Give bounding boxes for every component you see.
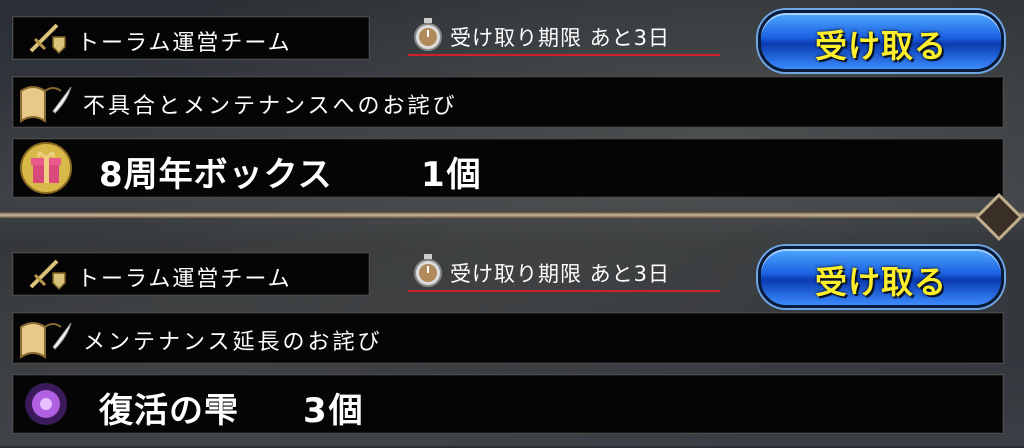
sender-name: トーラム運営チーム bbox=[77, 267, 292, 292]
gift-icon bbox=[20, 142, 72, 194]
deadline: 受け取り期限 あと3日 bbox=[408, 252, 720, 292]
item-quantity: 3個 bbox=[303, 391, 365, 431]
mail-title-box: 不具合とメンテナンスへのお詫び bbox=[12, 76, 1004, 128]
deadline: 受け取り期限 あと3日 bbox=[408, 16, 720, 56]
mail-card: トーラム運営チーム 受け取り期限 あと3日 受け取る 不具合とメンテナンスへのお… bbox=[0, 0, 1024, 212]
mail-title: 不具合とメンテナンスへのお詫び bbox=[83, 94, 458, 119]
mail-title: メンテナンス延長のお詫び bbox=[83, 330, 383, 355]
mail-card: トーラム運営チーム 受け取り期限 あと3日 受け取る メンテナンス延長のお詫び … bbox=[0, 236, 1024, 448]
deadline-text: 受け取り期限 あと3日 bbox=[450, 262, 671, 286]
mail-title-box: メンテナンス延長のお詫び bbox=[12, 312, 1004, 364]
deadline-text: 受け取り期限 あと3日 bbox=[450, 26, 671, 50]
scroll-quill-icon bbox=[20, 86, 72, 123]
reward-item-box: 復活の雫 3個 bbox=[12, 374, 1004, 434]
sword-shield-icon bbox=[29, 259, 66, 291]
sender-box: トーラム運営チーム bbox=[12, 16, 370, 60]
deadline-underline bbox=[408, 54, 720, 56]
card-divider bbox=[0, 212, 1024, 218]
claim-button-label: 受け取る bbox=[814, 263, 947, 301]
item-quantity: 1個 bbox=[421, 155, 483, 195]
sender-name: トーラム運営チーム bbox=[77, 31, 292, 56]
stopwatch-icon bbox=[414, 254, 442, 287]
scroll-quill-icon bbox=[20, 322, 72, 359]
sender-box: トーラム運営チーム bbox=[12, 252, 370, 296]
item-name: 復活の雫 bbox=[99, 391, 239, 431]
orb-icon bbox=[25, 383, 67, 425]
claim-button-label: 受け取る bbox=[814, 27, 947, 65]
deadline-underline bbox=[408, 290, 720, 292]
stopwatch-icon bbox=[414, 18, 442, 51]
claim-button[interactable]: 受け取る bbox=[758, 10, 1004, 72]
reward-item-box: 8周年ボックス 1個 bbox=[12, 138, 1004, 198]
item-name: 8周年ボックス bbox=[99, 155, 333, 195]
sword-shield-icon bbox=[29, 23, 66, 55]
claim-button[interactable]: 受け取る bbox=[758, 246, 1004, 308]
